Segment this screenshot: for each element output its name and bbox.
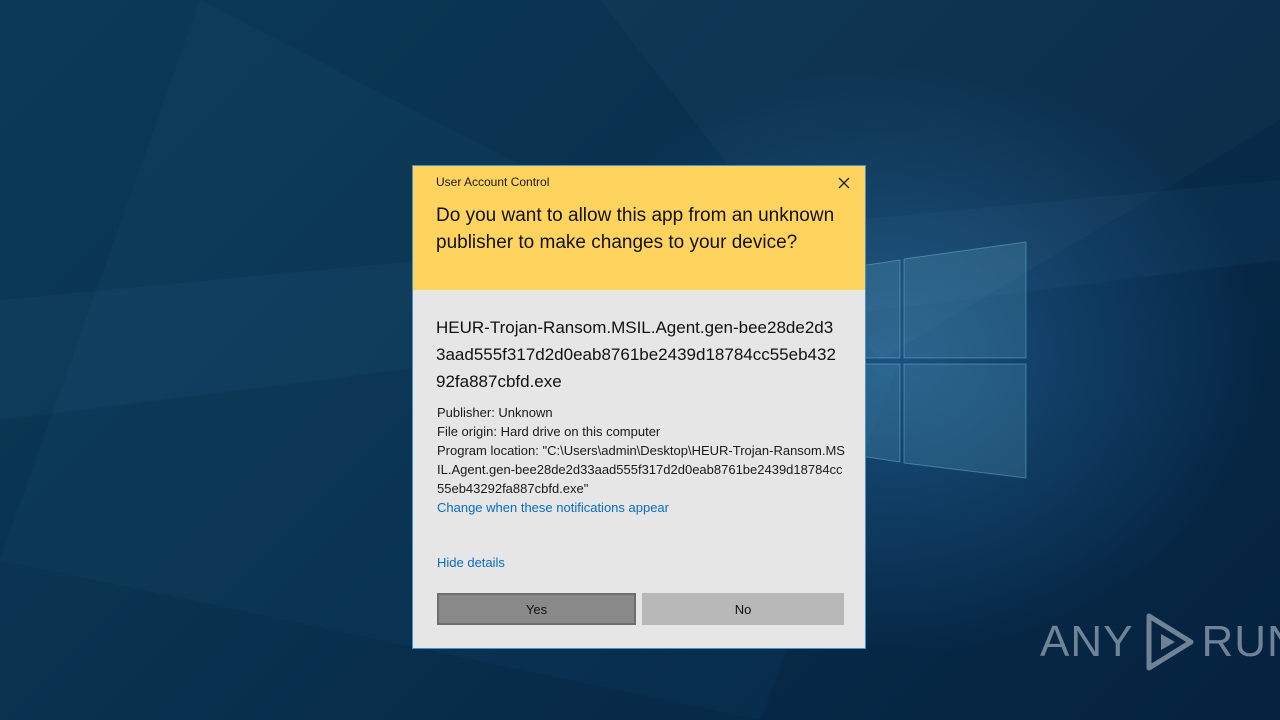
publisher-text: Publisher: Unknown	[437, 405, 553, 420]
uac-header: User Account Control Do you want to allo…	[413, 166, 865, 290]
dialog-title: User Account Control	[436, 175, 550, 189]
yes-button[interactable]: Yes	[437, 593, 636, 625]
app-name: HEUR-Trojan-Ransom.MSIL.Agent.gen-bee28d…	[436, 318, 836, 391]
no-button-label: No	[734, 601, 752, 617]
change-notifications-link[interactable]: Change when these notifications appear	[437, 498, 847, 517]
file-origin-text: File origin: Hard drive on this computer	[437, 424, 661, 439]
dialog-question: Do you want to allow this app from an un…	[436, 205, 835, 253]
hide-details-link[interactable]: Hide details	[437, 555, 505, 570]
anyrun-watermark: ANY RUN	[1040, 612, 1280, 672]
program-location-text: Program location: "C:\Users\admin\Deskto…	[437, 443, 845, 496]
close-button[interactable]	[831, 172, 857, 194]
uac-dialog: User Account Control Do you want to allo…	[412, 165, 866, 649]
details-section: Publisher: Unknown File origin: Hard dri…	[437, 403, 847, 517]
yes-button-label: Yes	[525, 601, 548, 617]
close-icon	[838, 177, 850, 189]
no-button[interactable]: No	[642, 593, 844, 625]
watermark-run-text: RUN	[1201, 617, 1280, 666]
watermark-any-text: ANY	[1040, 617, 1134, 666]
desktop: ANY RUN User Account Control Do you want…	[0, 0, 1280, 720]
windows-logo-icon	[860, 241, 1027, 479]
anyrun-play-icon	[1146, 613, 1194, 671]
